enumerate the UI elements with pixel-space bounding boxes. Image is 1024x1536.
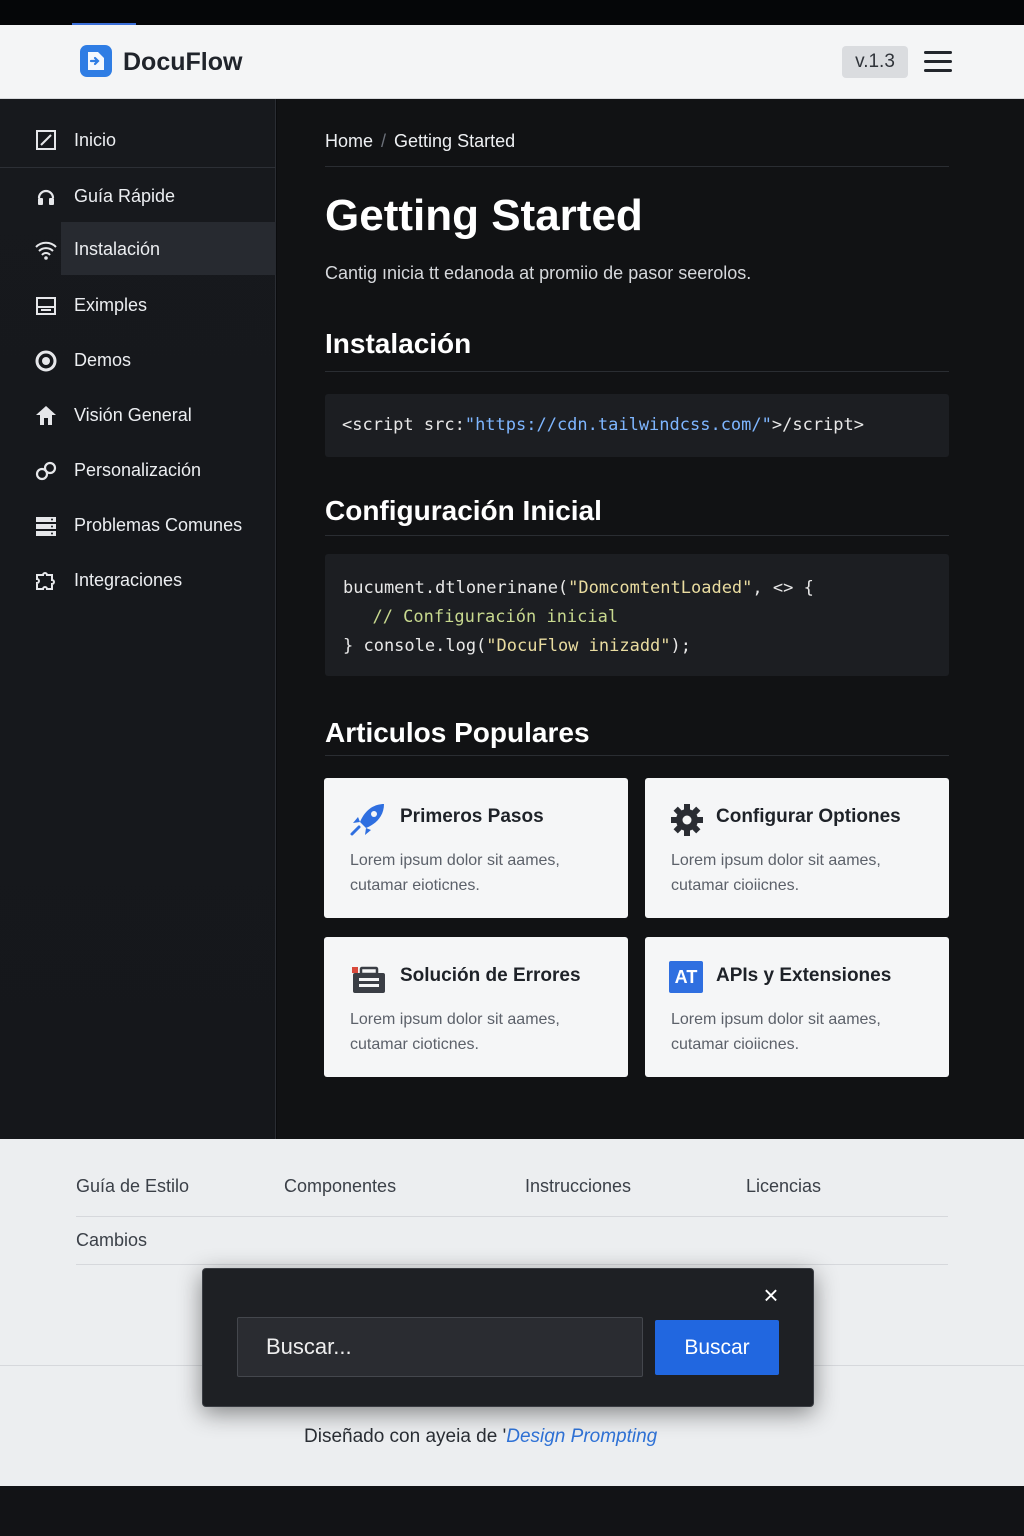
window-icon: [34, 294, 58, 318]
house-up-icon: [34, 404, 58, 428]
divider: [325, 535, 949, 536]
page-title: Getting Started: [325, 191, 643, 240]
search-input[interactable]: [237, 1317, 643, 1377]
sidebar-item-demos[interactable]: Demos: [0, 333, 276, 388]
divider: [325, 166, 949, 167]
sidebar-item-label: Inicio: [74, 129, 117, 150]
divider: [76, 1264, 948, 1265]
rocket-icon: [348, 802, 388, 838]
window-bottom-strip: [0, 1486, 1024, 1536]
code-text: } console.log(: [343, 636, 487, 656]
footer-link-cambios[interactable]: Cambios: [76, 1230, 147, 1251]
divider: [76, 1216, 948, 1217]
sidebar-item-integraciones[interactable]: Integraciones: [0, 553, 276, 608]
section-heading-articulos: Articulos Populares: [325, 717, 590, 748]
toolbox-icon: [348, 961, 388, 997]
version-badge[interactable]: v.1.3: [842, 46, 908, 78]
sidebar-item-label: Instalación: [74, 239, 161, 259]
puzzle-icon: [34, 569, 58, 593]
app-header: DocuFlow v.1.3: [0, 25, 1024, 99]
sidebar-item-problemas-comunes[interactable]: Problemas Comunes: [0, 498, 276, 553]
card-body: Lorem ipsum dolor sit aames, cutamar cio…: [350, 1011, 560, 1053]
search-button[interactable]: Buscar: [655, 1320, 779, 1375]
at-badge-icon: AT: [669, 961, 703, 993]
server-icon: [34, 514, 58, 538]
breadcrumb: Home / Getting Started: [325, 131, 515, 152]
code-text: );: [670, 636, 692, 656]
main-content: Home / Getting Started Getting Started Can…: [277, 99, 1024, 1139]
sidebar-item-label: Problemas Comunes: [74, 515, 243, 535]
window-top-strip: [0, 0, 1024, 25]
breadcrumb-current: Getting Started: [394, 131, 516, 151]
gear-icon: [669, 802, 709, 838]
footer-link-licencias[interactable]: Licencias: [746, 1176, 821, 1197]
sidebar-item-label: Visión General: [74, 405, 192, 425]
card-body: Lorem ipsum dolor sit aames, cutamar cio…: [671, 1011, 881, 1053]
sidebar: Inicio Guía Rápide Instalación Eximples …: [0, 99, 276, 1139]
code-text: >∕script>: [771, 415, 864, 435]
sidebar-item-label: Demos: [74, 350, 132, 370]
breadcrumb-separator: /: [381, 131, 387, 151]
card-title: Primeros Pasos: [400, 806, 544, 827]
page-lead: Cantig ınicia tt edanoda at promiio de p…: [325, 263, 752, 283]
section-heading-instalacion: Instalación: [325, 328, 472, 359]
card-body: Lorem ipsum dolor sit aames, cutamar cio…: [671, 852, 881, 894]
code-text: bucument.dtlonerinane(: [343, 578, 569, 598]
wifi-icon: [34, 238, 58, 262]
config-code-block[interactable]: bucument.dtlonerinane("DomcomtentLoaded"…: [325, 554, 949, 676]
footer-link-instrucciones[interactable]: Instrucciones: [525, 1176, 631, 1197]
sidebar-item-label: Guía Rápide: [74, 186, 176, 206]
edit-square-icon: [34, 128, 58, 152]
sidebar-item-inicio[interactable]: Inicio: [0, 113, 276, 168]
install-code-block[interactable]: <script src:"https://cdn.tailwindcss.com…: [325, 394, 949, 457]
document-arrow-icon[interactable]: [80, 45, 112, 77]
sidebar-item-personalizacion[interactable]: Personalización: [0, 443, 276, 498]
sidebar-item-guia-rapide[interactable]: Guía Rápide: [0, 169, 276, 224]
credit-text: Diseñado con ayeia de ': [304, 1426, 507, 1447]
card-body: Lorem ipsum dolor sit aames, cutamar eio…: [350, 852, 560, 894]
footer-credit: Diseñado con ayeia de 'Design Prompting: [304, 1426, 657, 1448]
card-title: Configurar Optiones: [716, 806, 901, 827]
sidebar-item-instalacion[interactable]: Instalación: [0, 222, 276, 277]
hamburger-icon[interactable]: [924, 51, 952, 73]
code-text: <script src:: [342, 415, 465, 435]
code-url: "https://cdn.tailwindcss.com/": [464, 415, 772, 435]
close-icon[interactable]: ×: [760, 1282, 782, 1308]
search-modal: × Buscar: [202, 1268, 814, 1407]
code-string: "DocuFlow inizadd": [486, 636, 671, 656]
link-icon: [34, 459, 58, 483]
card-title: Solución de Errores: [400, 965, 581, 986]
sidebar-item-label: Personalización: [74, 460, 202, 480]
footer-link-componentes[interactable]: Componentes: [284, 1176, 396, 1197]
credit-link[interactable]: Design Prompting: [506, 1426, 657, 1447]
code-text: , <> {: [752, 578, 814, 598]
breadcrumb-home[interactable]: Home: [325, 131, 373, 151]
article-card-solucion-errores[interactable]: Solución de Errores Lorem ipsum dolor si…: [324, 937, 628, 1077]
article-card-primeros-pasos[interactable]: Primeros Pasos Lorem ipsum dolor sit aam…: [324, 778, 628, 918]
divider: [325, 371, 949, 372]
sidebar-item-vision-general[interactable]: Visión General: [0, 388, 276, 443]
brand-name[interactable]: DocuFlow: [123, 48, 242, 77]
sidebar-item-eximples[interactable]: Eximples: [0, 278, 276, 333]
sidebar-item-label: Integraciones: [74, 570, 183, 590]
footer-link-guia-estilo[interactable]: Guía de Estilo: [76, 1176, 189, 1197]
divider: [325, 755, 949, 756]
card-title: APIs y Extensiones: [716, 965, 892, 986]
article-card-apis-extensiones[interactable]: AT APIs y Extensiones Lorem ipsum dolor …: [645, 937, 949, 1077]
headset-icon: [34, 185, 58, 209]
article-card-configurar-optiones[interactable]: Configurar Optiones Lorem ipsum dolor si…: [645, 778, 949, 918]
ring-icon: [34, 349, 58, 373]
sidebar-item-label: Eximples: [74, 295, 148, 315]
code-string: "DomcomtentLoaded": [568, 578, 753, 598]
section-heading-configuracion: Configuración Inicial: [325, 495, 602, 526]
code-comment: // Configuración inicial: [352, 607, 619, 627]
